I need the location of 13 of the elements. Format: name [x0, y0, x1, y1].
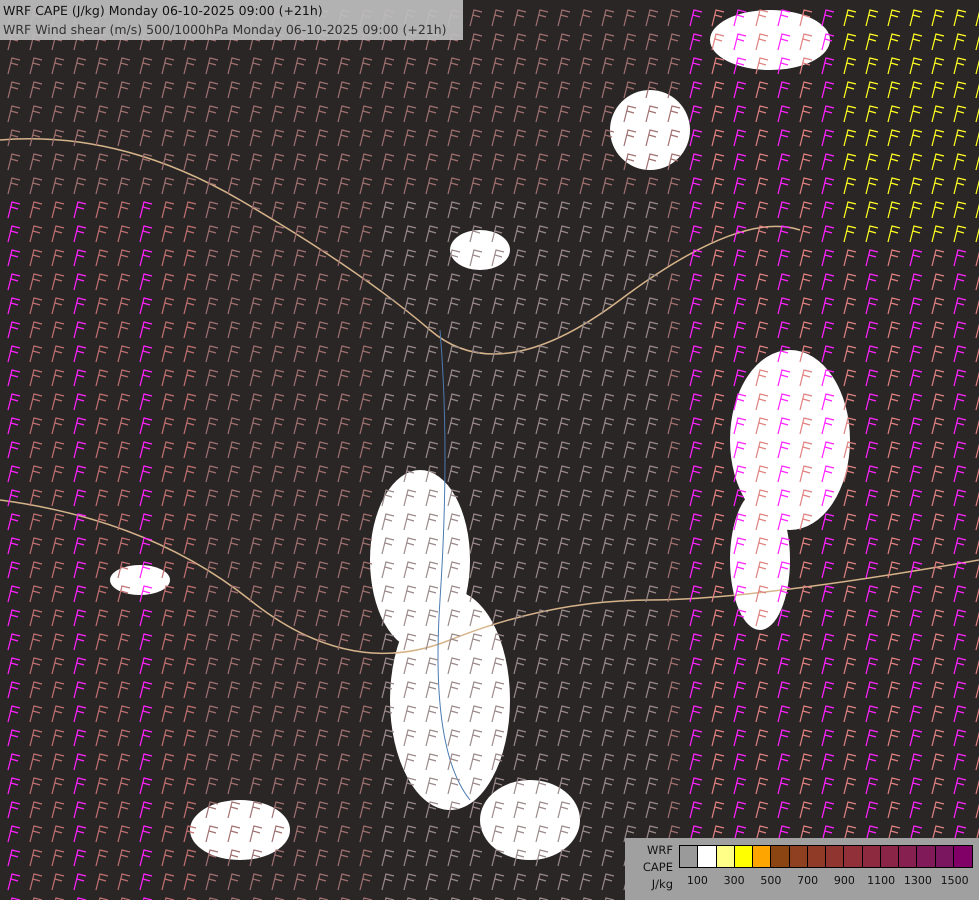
scale-tick-label: 1300 [902, 874, 933, 887]
map-title: WRF Wind shear (m/s) 500/1000hPa Monday 06-10-2025 09:00 (+21h) [3, 21, 448, 39]
legend-label: WRF [647, 842, 673, 859]
legend-label: J/kg [652, 876, 673, 893]
scale-tick-label: 1100 [866, 874, 896, 887]
scale-tick-label: 100 [686, 874, 709, 887]
scale-tick-label: 700 [796, 874, 820, 887]
scale-tick-label: 500 [759, 874, 782, 887]
scale-tick-label: 900 [832, 874, 856, 887]
map-title: WRF CAPE (J/kg) Monday 06-10-2025 09:00 (+21h) [3, 2, 324, 20]
legend-label: CAPE [642, 859, 673, 876]
scale-tick-label: 1500 [940, 874, 970, 887]
scale-tick-label: 300 [722, 874, 746, 887]
